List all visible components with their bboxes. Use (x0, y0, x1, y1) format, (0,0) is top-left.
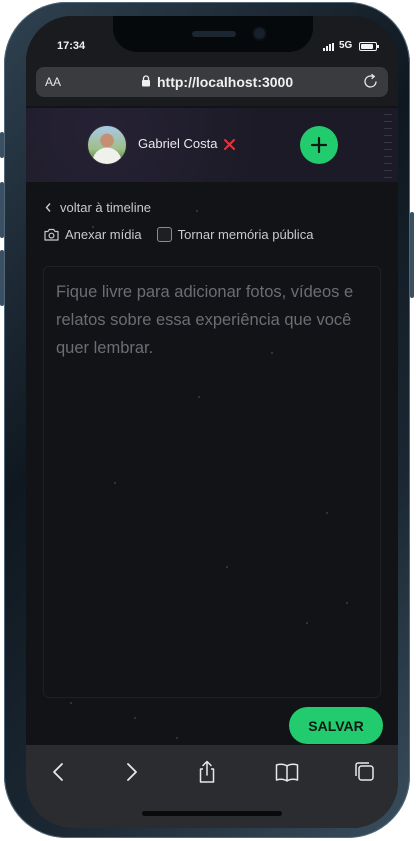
power-button (410, 212, 414, 298)
lock-icon (142, 75, 150, 87)
phone-frame: 17:34 5G AA http://localhost:3000 Gabrie… (0, 2, 414, 838)
save-button[interactable]: SALVAR (289, 707, 383, 744)
battery-icon (359, 42, 379, 51)
public-memory-toggle[interactable]: Tornar memória pública (156, 227, 314, 242)
tabs-icon[interactable] (352, 759, 378, 785)
phone-screen: 17:34 5G AA http://localhost:3000 Gabrie… (26, 16, 398, 828)
signal-icon (323, 43, 334, 51)
header-decoration (384, 114, 392, 178)
notch (113, 16, 313, 52)
back-to-timeline-link[interactable]: voltar à timeline (44, 200, 151, 215)
volume-down-button (0, 250, 4, 306)
browser-address-area: AA http://localhost:3000 (26, 62, 398, 106)
chevron-left-icon (45, 203, 51, 212)
user-name: Gabriel Costa (138, 136, 218, 151)
memory-textarea[interactable] (43, 266, 381, 698)
attach-media-button[interactable]: Anexar mídia (44, 227, 142, 242)
text-size-button[interactable]: AA (45, 75, 61, 89)
attach-media-label: Anexar mídia (65, 227, 142, 242)
network-type: 5G (339, 40, 353, 51)
public-memory-checkbox[interactable] (156, 227, 172, 242)
volume-up-button (0, 182, 4, 238)
forward-icon[interactable] (118, 759, 144, 785)
add-memory-button[interactable] (300, 126, 338, 164)
home-indicator[interactable] (142, 811, 282, 816)
front-camera (254, 28, 265, 39)
mute-switch (0, 132, 4, 158)
url-text[interactable]: http://localhost:3000 (157, 74, 293, 90)
new-memory-page: voltar à timeline Anexar mídia Tornar me… (26, 182, 398, 745)
share-icon[interactable] (194, 759, 220, 785)
speaker (192, 31, 236, 37)
back-link-label: voltar à timeline (60, 200, 152, 215)
address-bar[interactable]: AA http://localhost:3000 (36, 67, 388, 97)
camera-icon (44, 228, 59, 241)
public-memory-label: Tornar memória pública (177, 227, 314, 242)
bookmarks-icon[interactable] (274, 759, 300, 785)
back-icon[interactable] (46, 759, 72, 785)
close-icon[interactable] (223, 138, 236, 151)
media-options: Anexar mídia Tornar memória pública (44, 227, 313, 242)
avatar[interactable] (87, 125, 127, 165)
browser-toolbar (26, 745, 398, 828)
plus-icon (310, 136, 328, 154)
status-time: 17:34 (57, 40, 86, 52)
app-header: Gabriel Costa (26, 108, 398, 182)
reload-icon[interactable] (362, 73, 379, 90)
